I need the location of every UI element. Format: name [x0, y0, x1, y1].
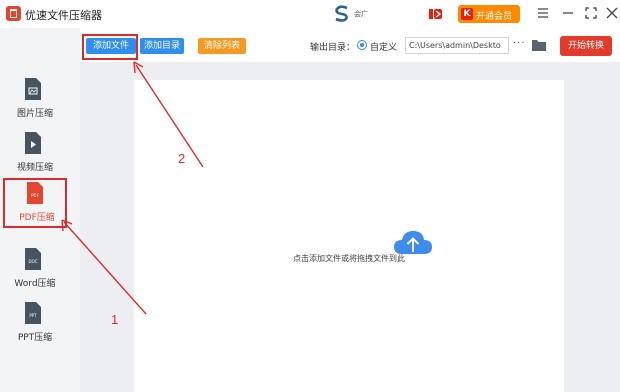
app-logo-icon [6, 6, 21, 21]
custom-radio-label[interactable]: 自定义 [370, 40, 397, 53]
upgrade-icon[interactable] [429, 8, 442, 20]
app-window: 优速文件压缩器 会广 K 开通会员 图片压缩 视频压缩 PDF PDF压缩 DO… [0, 0, 620, 392]
custom-radio[interactable] [357, 40, 367, 50]
annotation-step-1: 1 [111, 312, 119, 327]
clear-list-button[interactable]: 清除列表 [198, 38, 246, 54]
image-file-icon [25, 78, 41, 100]
add-directory-button[interactable]: 添加目录 [140, 38, 184, 54]
maximize-icon[interactable] [583, 5, 599, 21]
sidebar-item-video[interactable]: 视频压缩 [3, 130, 67, 180]
user-s-logo-icon [335, 5, 348, 22]
add-file-highlight [82, 34, 138, 60]
vip-k-icon: K [461, 8, 473, 20]
workspace: 点击添加文件或将拖拽文件到此 [80, 62, 620, 392]
sidebar-item-image[interactable]: 图片压缩 [3, 76, 67, 126]
sidebar-item-label: Word压缩 [14, 279, 56, 289]
doc-doc-text: DOC [28, 259, 37, 264]
ppt-doc-text: PPT [29, 313, 37, 318]
sidebar-item-label: 图片压缩 [16, 109, 53, 119]
close-icon[interactable] [604, 5, 620, 21]
folder-icon[interactable] [532, 39, 546, 51]
more-button[interactable]: ··· [513, 38, 526, 49]
sidebar-item-word[interactable]: DOC Word压缩 [3, 246, 67, 296]
sidebar-item-label: PDF压缩 [19, 213, 55, 223]
sidebar-item-pdf[interactable]: PDF PDF压缩 [3, 178, 67, 228]
start-convert-button[interactable]: 开始转换 [560, 36, 612, 56]
ppt-file-icon: PPT [25, 302, 41, 324]
user-name[interactable]: 会广 [354, 9, 368, 19]
sidebar: 图片压缩 视频压缩 PDF PDF压缩 DOC Word压缩 PPT PPT压缩 [0, 28, 80, 392]
menu-icon[interactable] [535, 5, 551, 21]
output-path-field[interactable]: C:\Users\admin\Deskto [405, 37, 509, 54]
vip-button[interactable]: K 开通会员 [458, 5, 520, 23]
vip-label: 开通会员 [476, 12, 513, 22]
sidebar-item-label: PPT压缩 [17, 333, 53, 343]
file-drop-zone[interactable]: 点击添加文件或将拖拽文件到此 [134, 80, 564, 392]
app-title: 优速文件压缩器 [25, 9, 102, 22]
sidebar-item-ppt[interactable]: PPT PPT压缩 [3, 300, 67, 350]
title-bar: 优速文件压缩器 会广 K 开通会员 [0, 0, 620, 28]
pdf-file-icon: PDF [27, 182, 43, 204]
toolbar: 添加文件 添加目录 清除列表 输出目录： 自定义 C:\Users\admin\… [80, 28, 620, 62]
video-file-icon [25, 132, 41, 154]
doc-file-icon: DOC [25, 248, 41, 270]
output-dir-label: 输出目录： [310, 43, 356, 53]
drop-hint-text: 点击添加文件或将拖拽文件到此 [293, 254, 405, 263]
annotation-step-2: 2 [178, 151, 186, 166]
minimize-icon[interactable] [560, 5, 576, 21]
pdf-doc-text: PDF [31, 193, 39, 198]
sidebar-item-label: 视频压缩 [16, 163, 53, 173]
